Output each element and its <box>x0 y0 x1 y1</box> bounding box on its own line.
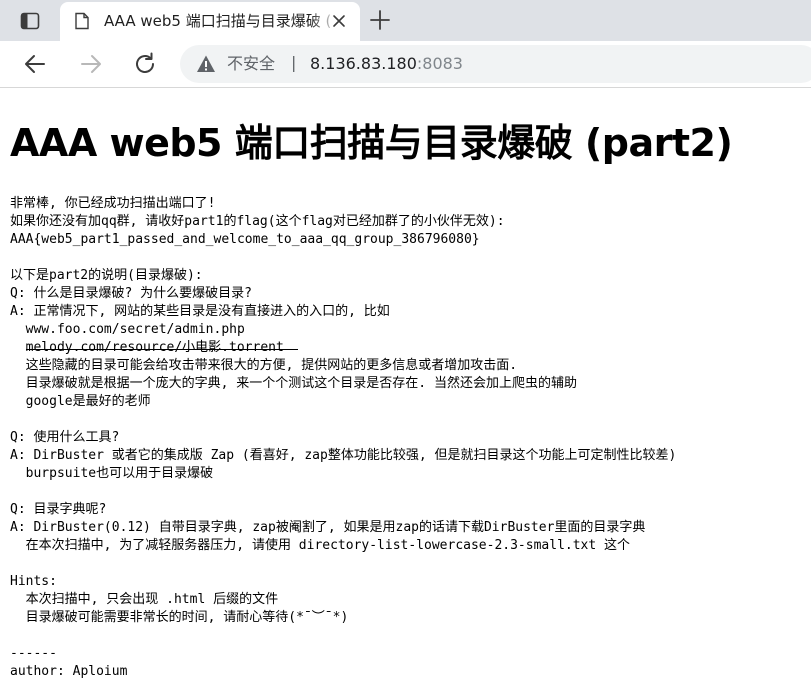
sidebar-icon <box>20 12 40 30</box>
page-icon <box>75 12 89 30</box>
back-arrow-icon[interactable] <box>20 49 50 79</box>
url-port: :8083 <box>416 54 463 73</box>
url-host: 8.136.83.180 <box>310 54 417 73</box>
url-separator: | <box>291 53 297 72</box>
browser-toolbar: 不安全 | 8.136.83.180:8083 <box>0 41 811 88</box>
page-content: AAA web5 端口扫描与目录爆破 (part2) <box>10 118 810 168</box>
tab-title: AAA web5 端口扫描与目录爆破 ( <box>104 12 332 30</box>
tab-strip: AAA web5 端口扫描与目录爆破 ( <box>0 0 811 41</box>
page-heading: AAA web5 端口扫描与目录爆破 (part2) <box>10 121 733 165</box>
url-text[interactable]: 8.136.83.180:8083 <box>310 54 463 74</box>
address-bar[interactable]: 不安全 | 8.136.83.180:8083 <box>180 45 811 83</box>
security-label[interactable]: 不安全 <box>227 54 275 74</box>
reload-icon[interactable] <box>130 49 160 79</box>
warning-icon[interactable] <box>196 54 216 74</box>
close-icon[interactable] <box>330 12 348 30</box>
page-body-text: 非常棒, 你已经成功扫描出端口了! 如果你还没有加qq群, 请收好part1的f… <box>10 196 677 679</box>
strikethrough-line <box>26 349 298 350</box>
browser-tab[interactable]: AAA web5 端口扫描与目录爆破 ( <box>60 2 360 41</box>
tab-actions-button[interactable] <box>9 6 51 36</box>
plus-icon[interactable] <box>366 6 394 34</box>
forward-arrow-icon[interactable] <box>76 49 106 79</box>
